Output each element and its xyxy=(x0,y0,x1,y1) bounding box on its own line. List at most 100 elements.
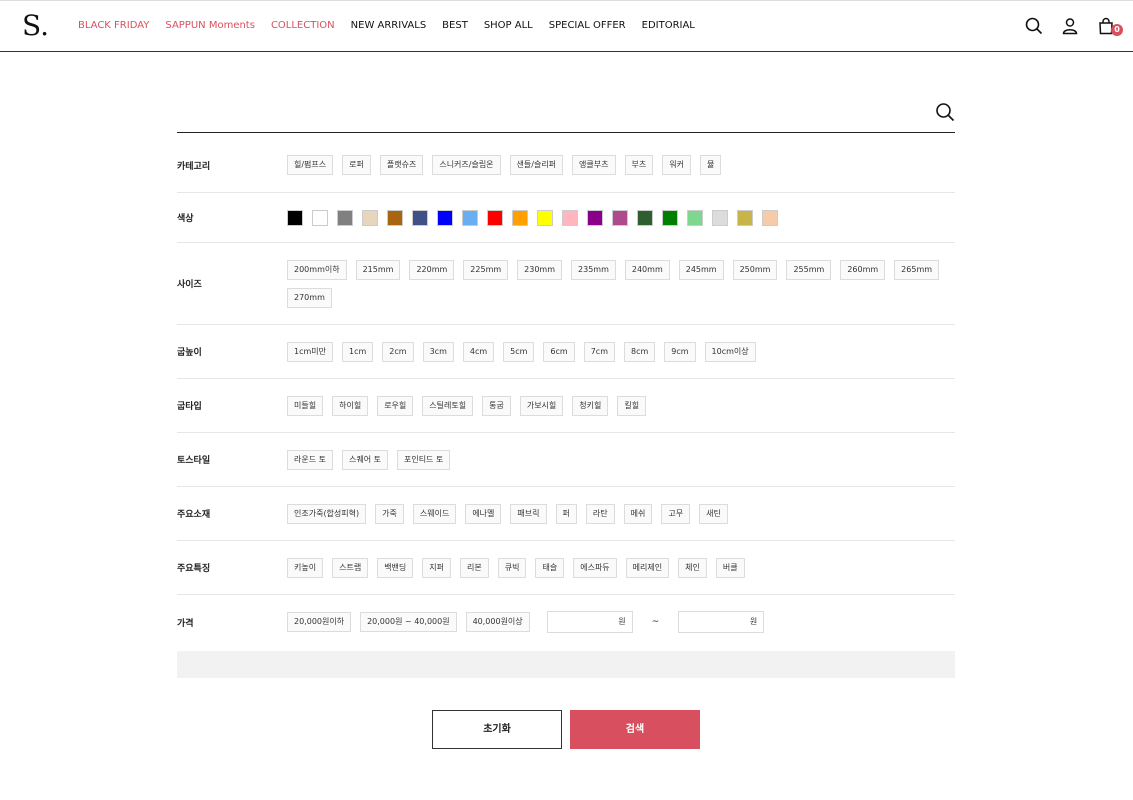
max-price-field[interactable]: 원 xyxy=(678,611,765,633)
nav-item-best[interactable]: BEST xyxy=(442,18,468,34)
heel-height-option[interactable]: 2cm xyxy=(382,341,414,362)
color-swatch[interactable] xyxy=(337,209,353,226)
heel-height-option[interactable]: 10cm이상 xyxy=(704,341,756,362)
category-option[interactable]: 앵클부츠 xyxy=(572,155,616,175)
toe-style-option[interactable]: 스퀘어 토 xyxy=(341,449,388,470)
feature-option[interactable]: 에스파듀 xyxy=(573,557,617,578)
feature-option[interactable]: 백밴딩 xyxy=(377,557,414,578)
heel-height-option[interactable]: 1cm xyxy=(342,341,374,362)
heel-height-option[interactable]: 4cm xyxy=(462,341,495,362)
toe-style-option[interactable]: 포인티드 토 xyxy=(396,449,451,470)
material-option[interactable]: 패브릭 xyxy=(510,503,547,524)
logo[interactable]: S. xyxy=(22,9,49,43)
size-option[interactable]: 215mm xyxy=(355,259,401,280)
heel-type-option[interactable]: 통굽 xyxy=(482,395,511,416)
size-option[interactable]: 230mm xyxy=(517,259,563,280)
color-swatch[interactable] xyxy=(737,209,753,226)
user-icon[interactable] xyxy=(1061,17,1079,35)
category-option[interactable]: 샌들/슬리퍼 xyxy=(509,155,564,175)
heel-type-option[interactable]: 하이힐 xyxy=(332,395,369,416)
search-submit-icon[interactable] xyxy=(935,102,955,122)
nav-item-special-offer[interactable]: SPECIAL OFFER xyxy=(549,18,626,34)
color-swatch[interactable] xyxy=(762,209,778,226)
size-option[interactable]: 250mm xyxy=(732,259,778,280)
toe-style-option[interactable]: 라운드 토 xyxy=(287,449,333,470)
category-option[interactable]: 워커 xyxy=(662,155,691,175)
category-option[interactable]: 뮬 xyxy=(699,155,722,175)
size-option[interactable]: 240mm xyxy=(624,259,670,280)
heel-type-option[interactable]: 미들힐 xyxy=(287,395,324,416)
category-option[interactable]: 플랫슈즈 xyxy=(379,155,424,175)
material-option[interactable]: 라탄 xyxy=(585,503,615,524)
material-option[interactable]: 에나멜 xyxy=(465,503,502,524)
size-option[interactable]: 225mm xyxy=(463,259,509,280)
heel-type-option[interactable]: 로우힐 xyxy=(377,395,414,416)
reset-button[interactable]: 초기화 xyxy=(432,710,562,749)
material-option[interactable]: 가죽 xyxy=(375,503,404,524)
material-option[interactable]: 스웨이드 xyxy=(412,503,457,524)
heel-height-option[interactable]: 9cm xyxy=(664,341,696,362)
price-option[interactable]: 40,000원이상 xyxy=(465,612,530,632)
nav-item-collection[interactable]: COLLECTION xyxy=(271,18,335,34)
color-swatch[interactable] xyxy=(712,209,728,226)
heel-type-option[interactable]: 킬힐 xyxy=(617,395,647,416)
color-swatch[interactable] xyxy=(437,209,453,226)
color-swatch[interactable] xyxy=(412,209,428,226)
color-swatch[interactable] xyxy=(587,209,603,226)
material-option[interactable]: 메쉬 xyxy=(623,503,653,524)
heel-height-option[interactable]: 1cm미만 xyxy=(287,341,334,362)
heel-height-option[interactable]: 8cm xyxy=(623,341,656,362)
cart-icon[interactable]: 0 xyxy=(1097,17,1123,36)
color-swatch[interactable] xyxy=(462,209,478,226)
category-option[interactable]: 힐/펌프스 xyxy=(287,155,334,175)
feature-option[interactable]: 메리제인 xyxy=(625,557,670,578)
search-input[interactable] xyxy=(177,100,917,130)
heel-height-option[interactable]: 5cm xyxy=(503,341,535,362)
color-swatch[interactable] xyxy=(537,209,553,226)
price-option[interactable]: 20,000원 ~ 40,000원 xyxy=(360,612,457,632)
feature-option[interactable]: 태슬 xyxy=(535,557,565,578)
category-option[interactable]: 부츠 xyxy=(624,155,654,175)
size-option[interactable]: 270mm xyxy=(287,287,332,308)
size-option[interactable]: 235mm xyxy=(571,259,616,280)
color-swatch[interactable] xyxy=(287,209,303,226)
size-option[interactable]: 260mm xyxy=(840,259,886,280)
feature-option[interactable]: 버클 xyxy=(715,557,745,578)
price-option[interactable]: 20,000원이하 xyxy=(287,612,352,632)
color-swatch[interactable] xyxy=(487,209,503,226)
heel-height-option[interactable]: 7cm xyxy=(583,341,615,362)
size-option[interactable]: 220mm xyxy=(409,259,455,280)
color-swatch[interactable] xyxy=(687,209,703,226)
heel-type-option[interactable]: 청키힐 xyxy=(572,395,609,416)
nav-item-editorial[interactable]: EDITORIAL xyxy=(642,18,695,34)
heel-height-option[interactable]: 3cm xyxy=(422,341,454,362)
color-swatch[interactable] xyxy=(662,209,678,226)
nav-item-sappun-moments[interactable]: SAPPUN Moments xyxy=(165,18,255,34)
category-option[interactable]: 스니커즈/슬립온 xyxy=(432,155,501,175)
color-swatch[interactable] xyxy=(312,209,328,226)
feature-option[interactable]: 큐빅 xyxy=(497,557,527,578)
category-option[interactable]: 로퍼 xyxy=(342,155,371,175)
feature-option[interactable]: 리본 xyxy=(460,557,489,578)
color-swatch[interactable] xyxy=(637,209,653,226)
size-option[interactable]: 255mm xyxy=(786,259,832,280)
color-swatch[interactable] xyxy=(562,209,578,226)
search-icon[interactable] xyxy=(1025,17,1043,35)
size-option[interactable]: 265mm xyxy=(894,259,940,280)
nav-item-new-arrivals[interactable]: NEW ARRIVALS xyxy=(351,18,427,34)
material-option[interactable]: 고무 xyxy=(661,503,691,524)
feature-option[interactable]: 스트랩 xyxy=(332,557,369,578)
heel-type-option[interactable]: 스틸레토힐 xyxy=(422,395,474,416)
nav-item-black-friday[interactable]: BLACK FRIDAY xyxy=(78,18,149,34)
color-swatch[interactable] xyxy=(512,209,528,226)
nav-item-shop-all[interactable]: SHOP ALL xyxy=(484,18,533,34)
size-option[interactable]: 245mm xyxy=(678,259,724,280)
feature-option[interactable]: 체인 xyxy=(678,557,707,578)
material-option[interactable]: 새틴 xyxy=(699,503,728,524)
size-option[interactable]: 200mm이하 xyxy=(287,259,347,280)
feature-option[interactable]: 지퍼 xyxy=(422,557,452,578)
color-swatch[interactable] xyxy=(387,209,403,226)
material-option[interactable]: 퍼 xyxy=(555,503,577,524)
feature-option[interactable]: 키높이 xyxy=(287,557,324,578)
material-option[interactable]: 인조가죽(합성피혁) xyxy=(287,503,367,524)
